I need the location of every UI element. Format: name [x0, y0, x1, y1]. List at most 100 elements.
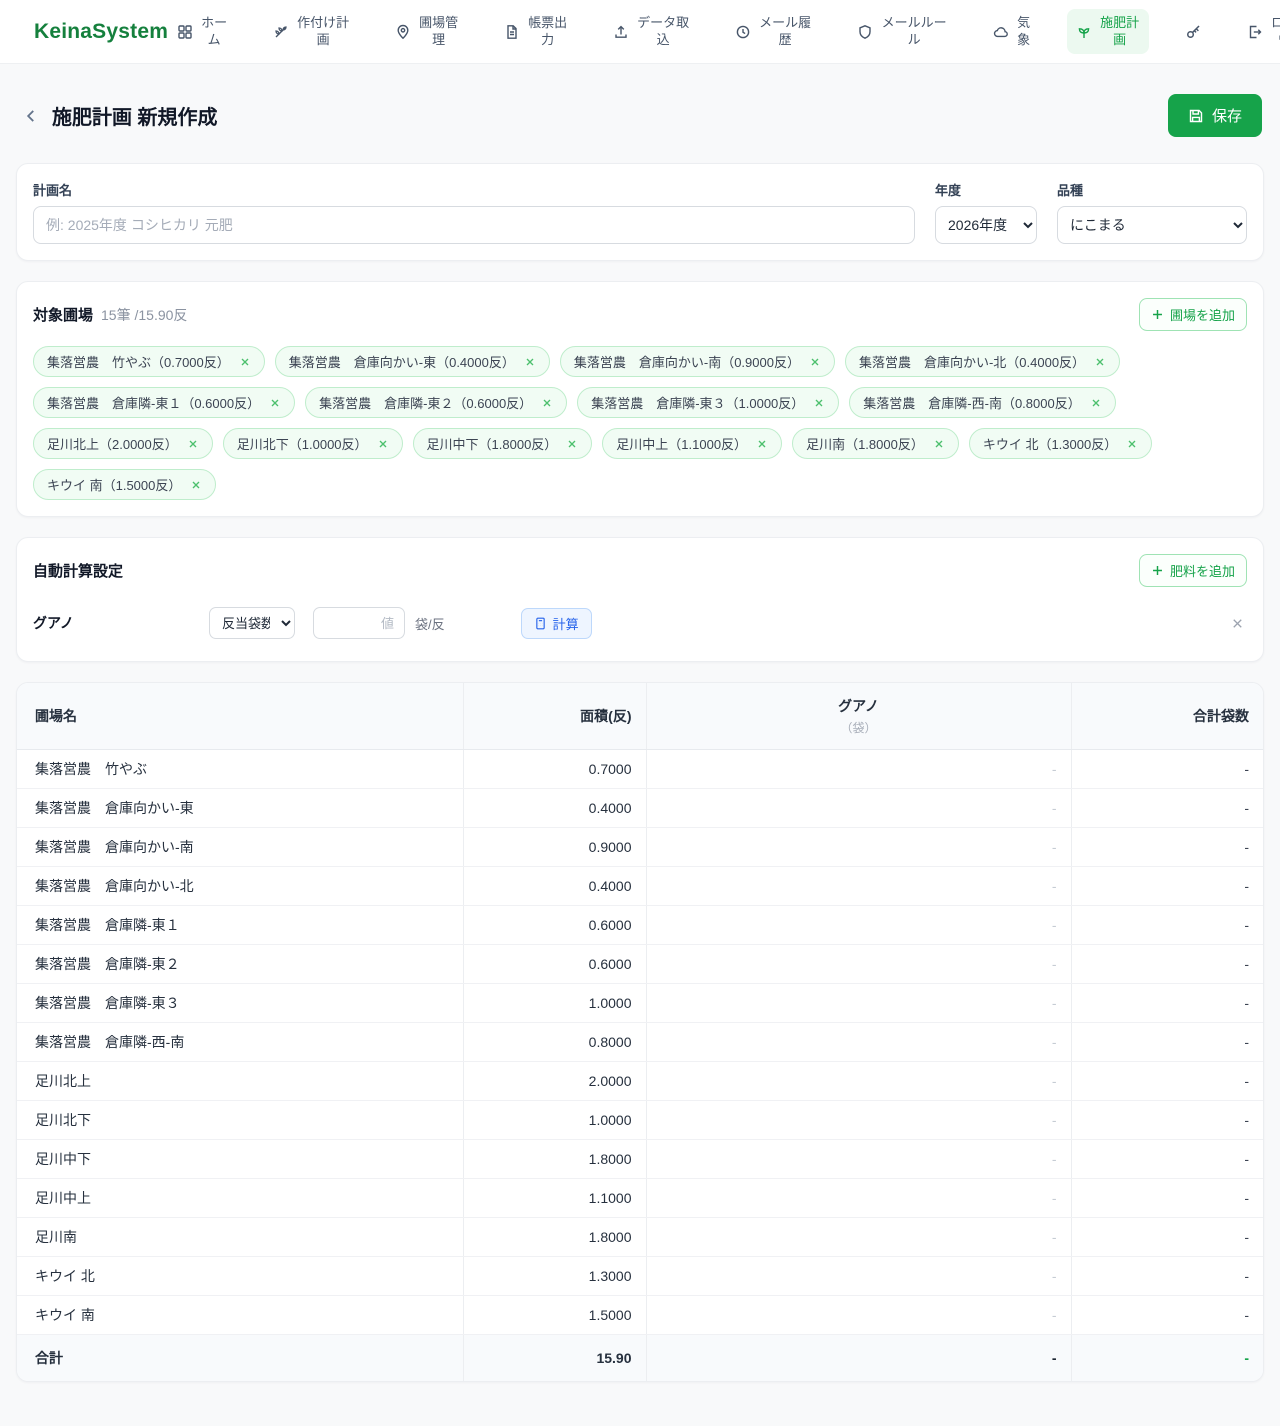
column-header-guano-unit: （袋） [840, 721, 877, 735]
back-button[interactable] [18, 103, 44, 129]
field-name-cell: キウイ 北 [17, 1256, 464, 1296]
floppy-disk-icon [1188, 108, 1204, 124]
remove-tag-icon[interactable] [187, 438, 199, 450]
save-button[interactable]: 保存 [1167, 94, 1262, 137]
field-tag-label: 集落営農 倉庫向かい-南（0.9000反） [573, 355, 800, 370]
nav-item-label: ログアウト [1271, 15, 1280, 46]
column-header-guano: グアノ （袋） [646, 683, 1072, 750]
nav-item-password[interactable] [1176, 17, 1211, 46]
field-tag[interactable]: 集落営農 倉庫向かい-東（0.4000反） [274, 346, 550, 377]
field-tag[interactable]: 集落営農 倉庫向かい-北（0.4000反） [844, 346, 1121, 377]
remove-tag-icon[interactable] [377, 438, 389, 450]
remove-tag-icon[interactable] [813, 397, 825, 409]
nav-item-mail-rules[interactable]: メールルール [848, 9, 957, 54]
field-name-cell: 集落営農 倉庫向かい-南 [17, 827, 464, 867]
area-cell: 1.8000 [463, 1217, 647, 1257]
upload-icon [613, 24, 629, 40]
top-nav: KeinaSystem ホーム 作付け計画 圃場管理 帳票出力 データ取込 メー… [0, 0, 1280, 64]
year-select[interactable]: 2026年度 [935, 206, 1037, 244]
variety-select[interactable]: にこまる [1057, 206, 1247, 244]
field-tag[interactable]: 集落営農 竹やぶ（0.7000反） [33, 346, 265, 377]
nav-item-report-output[interactable]: 帳票出力 [495, 9, 577, 54]
brand-logo[interactable]: KeinaSystem [34, 20, 168, 44]
field-name-cell: 集落営農 竹やぶ [17, 749, 464, 789]
area-cell: 2.0000 [463, 1061, 647, 1101]
field-tag[interactable]: 足川北上（2.0000反） [33, 428, 213, 459]
nav-item-cropping-plan[interactable]: 作付け計画 [264, 9, 359, 54]
field-tag[interactable]: 集落営農 倉庫隣-東１（0.6000反） [33, 387, 296, 418]
remove-tag-icon[interactable] [1090, 397, 1102, 409]
total-bags-cell: - [1071, 1022, 1263, 1062]
guano-cell: - [646, 1217, 1072, 1257]
area-cell: 1.3000 [463, 1256, 647, 1296]
field-tag[interactable]: 集落営農 倉庫隣-東３（1.0000反） [577, 387, 840, 418]
field-name-cell: 集落営農 倉庫隣-東３ [17, 983, 464, 1023]
remove-fertilizer-icon[interactable] [1228, 614, 1247, 633]
nav-item-label: 作付け計画 [297, 15, 350, 47]
nav-item-mail-history[interactable]: メール履歴 [726, 9, 821, 54]
area-cell: 0.6000 [463, 905, 647, 945]
guano-cell: - [646, 905, 1072, 945]
plan-name-input[interactable] [33, 206, 915, 244]
total-bags-cell: - [1071, 1139, 1263, 1179]
field-name-cell: 集落営農 倉庫向かい-東 [17, 788, 464, 828]
field-tag[interactable]: 足川南（1.8000反） [792, 428, 959, 459]
nav-item-label: 帳票出力 [528, 15, 568, 47]
column-header-area: 面積(反) [463, 683, 647, 750]
remove-tag-icon[interactable] [239, 356, 251, 368]
key-icon [1185, 23, 1202, 40]
total-bags-cell: - [1071, 827, 1263, 867]
page-header: 施肥計画 新規作成 保存 [18, 94, 1262, 137]
total-guano-value: - [646, 1334, 1072, 1381]
total-bags-cell: - [1071, 1295, 1263, 1335]
remove-tag-icon[interactable] [1126, 438, 1138, 450]
field-tag[interactable]: キウイ 南（1.5000反） [33, 469, 217, 500]
table-row: 集落営農 倉庫隣-東１ 0.6000 - - [17, 905, 1263, 945]
remove-tag-icon[interactable] [190, 479, 202, 491]
nav-item-home[interactable]: ホーム [168, 9, 237, 54]
field-tag[interactable]: 足川北下（1.0000反） [222, 428, 403, 459]
field-tag-label: 足川南（1.8000反） [806, 437, 924, 452]
total-bags-cell: - [1071, 1256, 1263, 1296]
table-row: 集落営農 倉庫向かい-東 0.4000 - - [17, 788, 1263, 828]
field-tag[interactable]: 集落営農 倉庫隣-西-南（0.8000反） [849, 387, 1116, 418]
total-bags-cell: - [1071, 1100, 1263, 1140]
auto-calc-title: 自動計算設定 [33, 563, 124, 580]
nav-item-data-import[interactable]: データ取込 [604, 9, 699, 54]
field-tag[interactable]: 集落営農 倉庫隣-東２（0.6000反） [305, 387, 568, 418]
field-tag-label: 集落営農 倉庫向かい-北（0.4000反） [858, 355, 1086, 370]
field-tag[interactable]: キウイ 北（1.3000反） [968, 428, 1153, 459]
field-tag[interactable]: 足川中上（1.1000反） [602, 428, 783, 459]
field-tag[interactable]: 集落営農 倉庫向かい-南（0.9000反） [559, 346, 835, 377]
remove-tag-icon[interactable] [1094, 356, 1106, 368]
nav-item-weather[interactable]: 気象 [984, 9, 1040, 54]
remove-tag-icon[interactable] [756, 438, 768, 450]
calc-mode-select[interactable]: 反当袋数 [209, 607, 295, 639]
plan-name-label: 計画名 [33, 183, 73, 198]
add-fertilizer-button[interactable]: 肥料を追加 [1138, 554, 1247, 587]
remove-tag-icon[interactable] [809, 356, 821, 368]
remove-tag-icon[interactable] [524, 356, 536, 368]
fields-table-card: 圃場名 面積(反) グアノ （袋） 合計袋数 集落営農 竹やぶ 0.7000 -… [16, 682, 1264, 1382]
remove-tag-icon[interactable] [269, 397, 281, 409]
calc-value-input[interactable] [313, 607, 405, 639]
total-bags-value: - [1071, 1334, 1263, 1381]
remove-tag-icon[interactable] [933, 438, 945, 450]
nav-item-fertilization-plan[interactable]: 施肥計画 [1067, 9, 1150, 54]
table-row: 集落営農 倉庫隣-東２ 0.6000 - - [17, 944, 1263, 984]
field-name-cell: 足川北上 [17, 1061, 464, 1101]
guano-cell: - [646, 827, 1072, 867]
remove-tag-icon[interactable] [541, 397, 553, 409]
nav-item-field-management[interactable]: 圃場管理 [386, 9, 468, 54]
shield-icon [857, 24, 873, 40]
field-name-cell: 集落営農 倉庫隣-西-南 [17, 1022, 464, 1062]
area-cell: 0.6000 [463, 944, 647, 984]
add-field-button[interactable]: 圃場を追加 [1138, 298, 1247, 331]
total-bags-cell: - [1071, 944, 1263, 984]
nav-item-logout[interactable]: ログアウト [1238, 9, 1280, 54]
nav-item-label: メール履歴 [759, 15, 812, 47]
plus-icon [1151, 308, 1164, 321]
field-tag[interactable]: 足川中下（1.8000反） [412, 428, 593, 459]
remove-tag-icon[interactable] [566, 438, 578, 450]
calculate-button[interactable]: 計算 [520, 607, 592, 639]
